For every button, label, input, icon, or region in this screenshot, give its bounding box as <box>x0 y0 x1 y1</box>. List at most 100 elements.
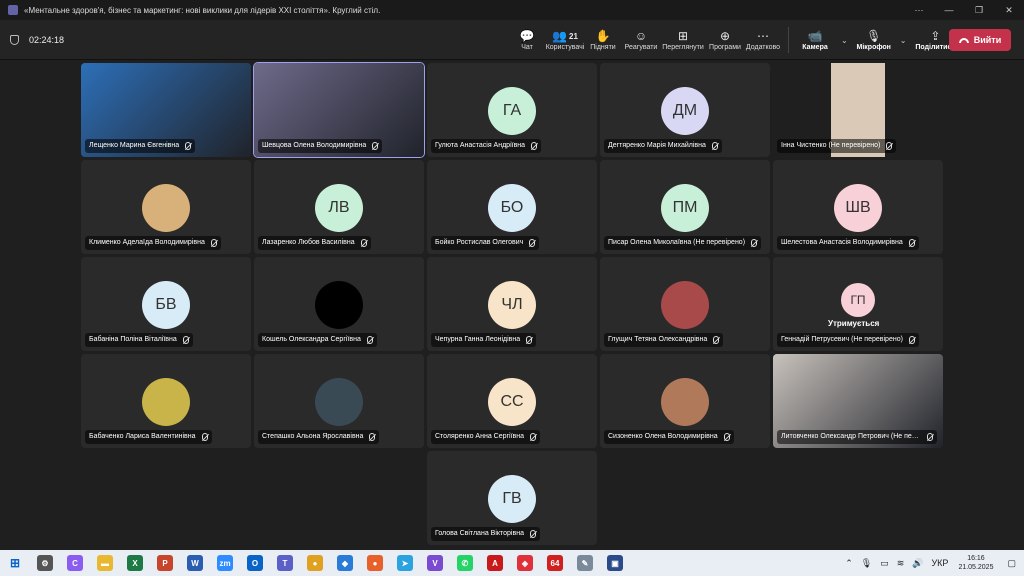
save-app-icon[interactable]: ▣ <box>607 555 623 571</box>
participant-tile[interactable]: ГП Утримується Геннадій Петрусевич (Не пер… <box>773 257 943 351</box>
minimize-button[interactable]: — <box>934 5 964 15</box>
participant-tile[interactable]: Литовченко Олександр Петрович (Не переві… <box>773 354 943 448</box>
toolbar-react-button[interactable]: ☺ Реагувати <box>622 20 660 60</box>
mic-muted-icon <box>529 530 536 538</box>
participant-tile[interactable]: Шевцова Олена Володимирівна <box>253 62 425 158</box>
maximize-button[interactable]: ❐ <box>964 5 994 16</box>
viber-icon[interactable]: V <box>427 555 443 571</box>
chevron-up-icon[interactable]: ⌃ <box>845 558 853 569</box>
powerpoint-icon[interactable]: P <box>157 555 173 571</box>
participant-tile[interactable]: СС Столяренко Анна Сергіївна <box>427 354 597 448</box>
participant-name-text: Гулюта Анастасія Андріївна <box>435 142 526 149</box>
word-icon[interactable]: W <box>187 555 203 571</box>
outlook-icon[interactable]: O <box>247 555 263 571</box>
camera-button[interactable]: 📹 Камера <box>795 20 835 60</box>
pdf-icon[interactable]: A <box>487 555 503 571</box>
teams-icon[interactable]: T <box>277 555 293 571</box>
participant-name-text: Голова Світлана Вікторівна <box>435 530 524 537</box>
toolbar-raise-label: Підняти <box>590 44 616 51</box>
toolbar-more-label: Додатково <box>745 44 781 51</box>
whatsapp-icon[interactable]: ✆ <box>457 555 473 571</box>
participant-name-text: Дегтяренко Марія Михайлівна <box>608 142 706 149</box>
zoom-icon[interactable]: zm <box>217 555 233 571</box>
microphone-button[interactable]: 🎙 Мікрофон <box>854 20 894 60</box>
participant-tile[interactable]: Бабаченко Лариса Валентинівна <box>81 354 251 448</box>
participant-tile[interactable]: Степашко Альона Ярославівна <box>254 354 424 448</box>
participant-name: Геннадій Петрусевич (Не перевірено) <box>777 333 919 347</box>
raise-icon: ✋ <box>595 29 611 43</box>
toolbar-view-button[interactable]: ⊞ Переглянути <box>660 20 706 60</box>
excel-icon[interactable]: X <box>127 555 143 571</box>
participant-name-text: Бабаченко Лариса Валентинівна <box>89 433 196 440</box>
start-icon[interactable]: ⊞ <box>7 555 23 571</box>
participant-name: Степашко Альона Ярославівна <box>258 430 380 444</box>
toolbar-apps-button[interactable]: ⊕ Програми <box>706 20 744 60</box>
participant-name-text: Чепурна Ганна Леонідівна <box>435 336 521 343</box>
participant-name-text: Степашко Альона Ярославівна <box>262 433 364 440</box>
participant-tile[interactable]: ЛВ Лазаренко Любов Василівна <box>254 160 424 254</box>
mic-muted-icon <box>711 142 718 150</box>
participant-tile[interactable]: БВ Бабаніна Поліна Віталіївна <box>81 257 251 351</box>
settings-icon[interactable]: ⚙ <box>37 555 53 571</box>
toolbar-people-button[interactable]: 👥 21 Користувачі <box>546 20 585 60</box>
chrome-icon[interactable]: ● <box>307 555 323 571</box>
participant-tile[interactable]: БО Бойко Ростислав Олегович <box>427 160 597 254</box>
telegram-icon[interactable]: ➤ <box>397 555 413 571</box>
participant-name: Шелестова Анастасія Володимирівна <box>777 236 919 250</box>
close-button[interactable]: ✕ <box>994 5 1024 16</box>
clock-date: 21.05.2025 <box>958 564 994 571</box>
participant-tile[interactable]: ДМ Дегтяренко Марія Михайлівна <box>600 63 770 157</box>
participant-tile[interactable]: ГВ Голова Світлана Вікторівна <box>427 451 597 545</box>
mic-muted-icon <box>366 336 373 344</box>
participant-avatar: ЧЛ <box>488 281 536 329</box>
participant-name-text: Кошель Олександра Сергіївна <box>262 336 361 343</box>
app-64-icon[interactable]: 64 <box>547 555 563 571</box>
mic-muted-icon <box>360 239 367 247</box>
microphone-options-chevron-icon[interactable]: ⌄ <box>900 36 907 45</box>
participant-tile[interactable]: Інна Чистенко (Не перевірено) <box>773 63 943 157</box>
participant-photo <box>661 281 709 329</box>
participant-photo <box>315 378 363 426</box>
participant-tile[interactable]: ПМ Писар Олена Миколаївна (Не перевірено) <box>600 160 770 254</box>
participant-tile[interactable]: ШВ Шелестова Анастасія Володимирівна <box>773 160 943 254</box>
teams-icon <box>8 5 18 15</box>
participant-avatar: ДМ <box>661 87 709 135</box>
windows-taskbar: ⊞ ⚙ C ▬ X P Wzm O T ● ◆ ● ➤ V ✆ A ◈ 64 ✎ ▣ ⌃ 🎙 ▭ ≋ 🔊 УКР 1… <box>0 550 1024 576</box>
participant-name-text: Шелестова Анастасія Володимирівна <box>781 239 903 246</box>
participant-tile[interactable]: Кошель Олександра Сергіївна <box>254 257 424 351</box>
copilot-icon[interactable]: C <box>67 555 83 571</box>
more-options-button[interactable]: ⋯ <box>904 5 934 16</box>
mic-muted-icon <box>201 433 208 441</box>
participant-tile[interactable]: Лещенко Марина Євгенівна <box>81 63 251 157</box>
participant-tile[interactable]: Клименко Аделаїда Володимирівна <box>81 160 251 254</box>
participant-name: Литовченко Олександр Петрович (Не переві… <box>777 430 937 444</box>
anydesk-icon[interactable]: ◈ <box>517 555 533 571</box>
participant-tile[interactable]: ЧЛ Чепурна Ганна Леонідівна <box>427 257 597 351</box>
language-indicator[interactable]: УКР <box>931 558 948 568</box>
window-title: «Ментальне здоров'я, бізнес та маркетинг… <box>24 5 381 15</box>
title-bar: «Ментальне здоров'я, бізнес та маркетинг… <box>0 0 1024 20</box>
participant-count: 21 <box>569 32 578 41</box>
leave-button[interactable]: Вийти <box>949 29 1011 51</box>
mic-muted-icon <box>185 142 192 150</box>
leave-label: Вийти <box>973 35 1002 45</box>
participant-name-text: Литовченко Олександр Петрович (Не переві… <box>781 433 937 440</box>
participant-name: Бабаніна Поліна Віталіївна <box>85 333 193 347</box>
participant-tile[interactable]: Сизоненко Олена Володимирівна <box>600 354 770 448</box>
toolbar-raise-button[interactable]: ✋ Підняти <box>584 20 622 60</box>
notification-icon[interactable]: ▢ <box>1007 558 1016 569</box>
more-icon: ⋯ <box>757 29 769 43</box>
clock[interactable]: 16:16 21.05.2025 <box>958 554 993 572</box>
camera-icon: 📹 <box>807 29 823 43</box>
toolbar-chat-button[interactable]: 💬 Чат <box>508 20 546 60</box>
camera-options-chevron-icon[interactable]: ⌄ <box>841 36 848 45</box>
system-tray: ⌃ 🎙 ▭ ≋ 🔊 УКР 16:16 21.05.2025 ▢ <box>841 550 1024 576</box>
participant-name-text: Клименко Аделаїда Володимирівна <box>89 239 205 246</box>
explorer-icon[interactable]: ▬ <box>97 555 113 571</box>
toolbar-more-button[interactable]: ⋯ Додатково <box>744 20 782 60</box>
participant-tile[interactable]: Глущич Тетяна Олександрівна <box>600 257 770 351</box>
firefox-icon[interactable]: ● <box>367 555 383 571</box>
participant-tile[interactable]: ГА Гулюта Анастасія Андріївна <box>427 63 597 157</box>
blue-app-icon[interactable]: ◆ <box>337 555 353 571</box>
pen-app-icon[interactable]: ✎ <box>577 555 593 571</box>
